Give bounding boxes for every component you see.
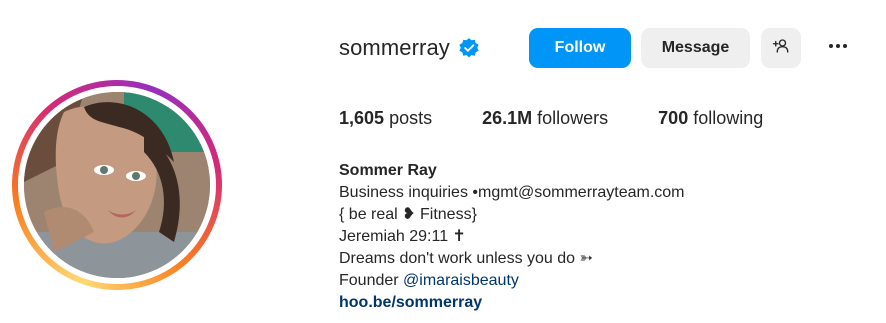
story-ring[interactable] (12, 80, 222, 290)
posts-count: 1,605 (339, 108, 385, 128)
bio-section: Sommer Ray Business inquiries •mgmt@somm… (339, 160, 859, 314)
founder-prefix: Founder (339, 272, 404, 289)
more-options-button[interactable] (823, 28, 853, 68)
following-count: 700 (658, 108, 689, 128)
bio-line-tagline: { be real ❥ Fitness} (339, 206, 477, 223)
more-icon (826, 34, 850, 63)
posts-stat: 1,605 posts (339, 108, 432, 129)
followers-label: followers (537, 108, 609, 128)
message-button[interactable]: Message (641, 28, 750, 68)
profile-header: sommerray Follow Message (339, 28, 869, 68)
username: sommerray (339, 35, 450, 60)
profile-stats: 1,605 posts 26.1M followers 700 followin… (339, 108, 813, 129)
followers-stat[interactable]: 26.1M followers (482, 108, 608, 129)
bio-line-quote: Dreams don't work unless you do ➳ (339, 250, 593, 267)
profile-photo (24, 92, 210, 278)
avatar[interactable] (12, 80, 222, 290)
bio-line-founder: Founder @imaraisbeauty (339, 270, 859, 292)
bio-line-verse: Jeremiah 29:11 ✝ (339, 228, 466, 245)
add-user-icon (772, 37, 790, 60)
following-stat[interactable]: 700 following (658, 108, 763, 129)
display-name: Sommer Ray (339, 162, 437, 179)
follow-button[interactable]: Follow (529, 28, 631, 68)
founder-mention-link[interactable]: @imaraisbeauty (403, 272, 519, 289)
bio-line-business: Business inquiries •mgmt@sommerrayteam.c… (339, 184, 685, 201)
suggested-users-button[interactable] (761, 28, 801, 68)
following-label: following (693, 108, 764, 128)
verified-badge-icon (458, 37, 480, 59)
bio-website-link[interactable]: hoo.be/sommerray (339, 292, 859, 314)
followers-count: 26.1M (482, 108, 533, 128)
profile-photo-image (24, 92, 210, 278)
avatar-frame (18, 86, 216, 284)
posts-label: posts (389, 108, 433, 128)
